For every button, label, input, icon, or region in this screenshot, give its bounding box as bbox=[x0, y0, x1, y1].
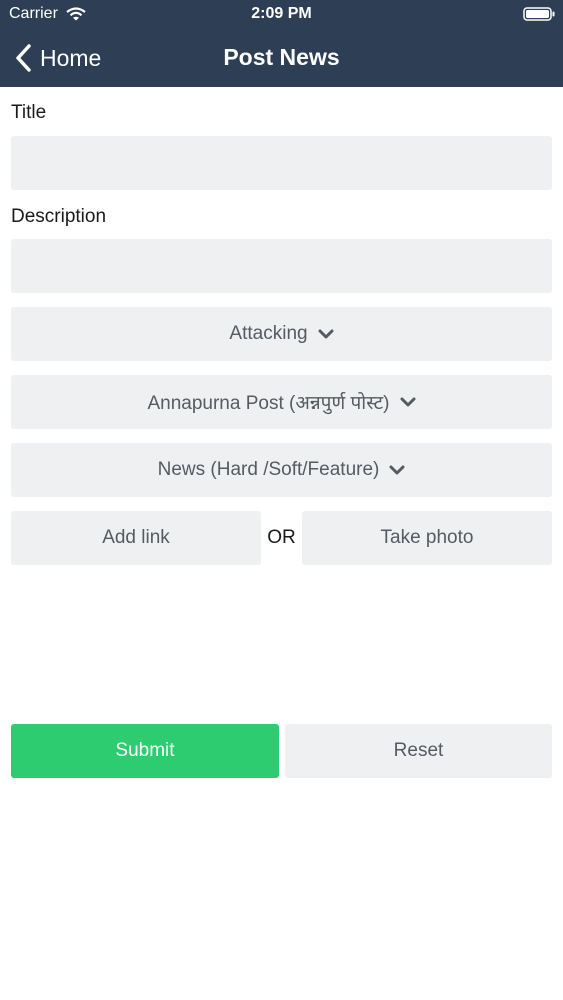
title-label: Title bbox=[11, 102, 47, 123]
take-photo-button[interactable]: Take photo bbox=[302, 511, 552, 565]
submit-button[interactable]: Submit bbox=[11, 724, 279, 778]
page-title: Post News bbox=[223, 44, 340, 70]
category-dropdown[interactable]: Attacking bbox=[11, 307, 552, 361]
navigation-bar: Home Post News bbox=[0, 30, 563, 87]
description-label: Description bbox=[11, 206, 107, 227]
reset-button[interactable]: Reset bbox=[285, 724, 552, 778]
chevron-down-icon bbox=[400, 397, 416, 407]
chevron-down-icon bbox=[389, 465, 405, 475]
add-link-label: Add link bbox=[102, 527, 170, 548]
battery-icon bbox=[523, 7, 555, 21]
news-type-selected: News (Hard /Soft/Feature) bbox=[157, 459, 380, 480]
add-link-button[interactable]: Add link bbox=[11, 511, 261, 565]
take-photo-label: Take photo bbox=[380, 527, 474, 548]
submit-label: Submit bbox=[115, 740, 175, 761]
description-input[interactable] bbox=[11, 239, 552, 293]
status-bar: Carrier 2:09 PM bbox=[0, 0, 563, 30]
category-selected: Attacking bbox=[229, 323, 308, 344]
or-separator: OR bbox=[267, 527, 296, 548]
publication-selected: Annapurna Post (अन्नपुर्ण पोस्ट) bbox=[147, 393, 390, 414]
news-type-dropdown[interactable]: News (Hard /Soft/Feature) bbox=[11, 443, 552, 497]
title-input[interactable] bbox=[11, 136, 552, 190]
reset-label: Reset bbox=[393, 740, 444, 761]
publication-dropdown[interactable]: Annapurna Post (अन्नपुर्ण पोस्ट) bbox=[11, 375, 552, 429]
chevron-down-icon bbox=[318, 329, 334, 339]
status-time: 2:09 PM bbox=[251, 5, 312, 22]
